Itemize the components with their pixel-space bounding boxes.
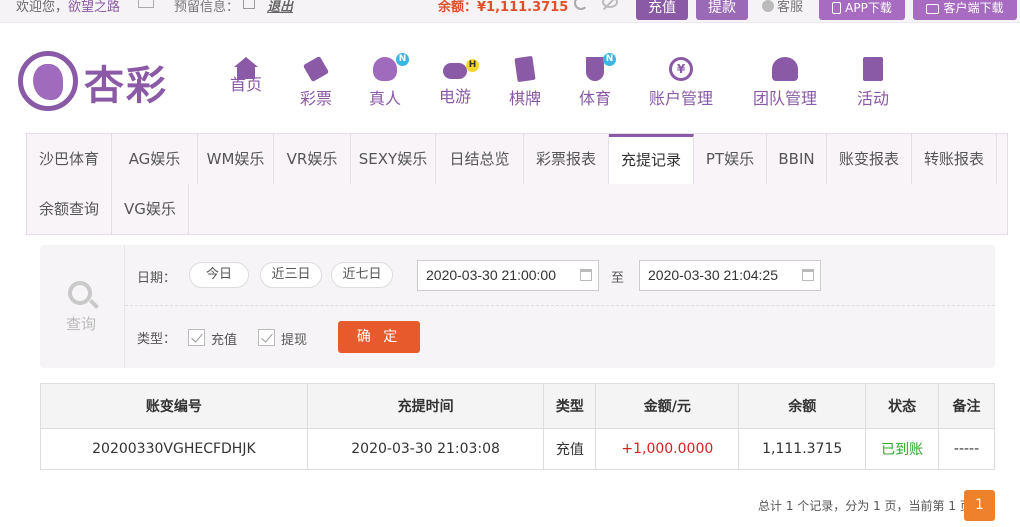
- table-header-row: 账变编号 充提时间 类型 金额/元 余额 状态 备注: [40, 383, 995, 429]
- nav-live[interactable]: N 真人: [369, 53, 409, 109]
- team-icon: [772, 57, 798, 81]
- withdraw-checkbox[interactable]: [258, 329, 275, 346]
- cell-type: 充值: [543, 428, 597, 470]
- gamepad-icon: H: [443, 59, 479, 79]
- col-remark: 备注: [938, 383, 995, 429]
- recharge-checkbox[interactable]: [188, 329, 205, 346]
- col-status: 状态: [865, 383, 940, 429]
- trophy-icon: N: [586, 53, 616, 81]
- tab-transfer-report[interactable]: 转账报表: [912, 134, 997, 184]
- logout-link[interactable]: 退出: [267, 0, 293, 15]
- tab-bbin[interactable]: BBIN: [767, 134, 827, 184]
- calendar-icon: [802, 269, 814, 281]
- date-row: 日期： 今日 近三日 近七日 2020-03-30 21:00:00 至 202…: [125, 245, 995, 306]
- username[interactable]: 欲望之路: [68, 0, 120, 15]
- edit-icon[interactable]: [243, 0, 255, 9]
- client-download-button[interactable]: 客户端下载: [913, 0, 1017, 20]
- col-amount: 金额/元: [595, 383, 740, 429]
- col-serial: 账变编号: [40, 383, 308, 429]
- welcome-text: 欢迎您，欲望之路: [16, 0, 121, 15]
- tab-deposit-withdraw[interactable]: 充提记录: [609, 134, 694, 184]
- phone-icon: [832, 2, 842, 14]
- home-icon: [234, 57, 258, 79]
- cell-remark: -----: [938, 428, 995, 470]
- col-balance: 余额: [738, 383, 867, 429]
- records-table: 账变编号 充提时间 类型 金额/元 余额 状态 备注 20200330VGHEC…: [40, 383, 995, 470]
- page-1-button[interactable]: 1: [964, 490, 995, 521]
- logo-text: 杏彩: [84, 62, 168, 109]
- top-bar: 欢迎您，欲望之路 预留信息： 退出 余额：¥1,111.3715 充值 提款 客…: [0, 0, 1020, 22]
- end-date-input[interactable]: 2020-03-30 21:04:25: [639, 260, 821, 291]
- nav-chess[interactable]: 棋牌: [509, 55, 541, 109]
- calendar-icon: [580, 269, 592, 281]
- cell-time: 2020-03-30 21:03:08: [306, 428, 545, 470]
- withdraw-checkbox-label: 提现: [281, 333, 308, 348]
- confirm-button[interactable]: 确 定: [338, 321, 420, 353]
- site-logo[interactable]: 杏彩: [18, 51, 178, 111]
- nav-events[interactable]: 活动: [857, 57, 889, 109]
- account-coin-icon: [669, 57, 693, 81]
- tab-lottery-report[interactable]: 彩票报表: [524, 134, 609, 184]
- date-label: 日期：: [137, 271, 177, 286]
- search-icon: [68, 281, 92, 305]
- desktop-icon: [926, 4, 940, 14]
- nav-lottery[interactable]: 彩票: [300, 55, 332, 109]
- tab-account-change[interactable]: 账变报表: [827, 134, 912, 184]
- col-time: 充提时间: [306, 383, 545, 429]
- cell-amount: +1,000.0000: [595, 428, 740, 470]
- last-3-days-button[interactable]: 近三日: [260, 262, 322, 288]
- withdraw-button[interactable]: 提款: [696, 0, 748, 20]
- logo-mark-icon: [18, 51, 78, 111]
- cell-balance: 1,111.3715: [738, 428, 867, 470]
- nav-egame[interactable]: H 电游: [439, 57, 479, 107]
- pagination-summary: 总计 1 个记录，分为 1 页，当前第 1 页: [758, 499, 972, 513]
- tab-ag[interactable]: AG娱乐: [112, 134, 198, 184]
- site-header: 杏彩 首页 彩票 N 真人 H 电游 棋牌 N 体育 账户管理: [0, 22, 1020, 132]
- recharge-checkbox-label: 充值: [211, 333, 238, 348]
- cell-status: 已到账: [865, 428, 940, 470]
- tab-balance-query[interactable]: 余额查询: [27, 184, 112, 234]
- tab-vg[interactable]: VG娱乐: [112, 184, 189, 234]
- live-dealer-icon: N: [373, 53, 409, 81]
- nav-sports[interactable]: N 体育: [579, 53, 616, 109]
- lottery-icon: [302, 55, 330, 83]
- balance-display: 余额：¥1,111.3715: [438, 0, 569, 15]
- query-filter: 查询 日期： 今日 近三日 近七日 2020-03-30 21:00:00 至 …: [40, 245, 995, 368]
- type-label: 类型：: [137, 332, 177, 347]
- tab-sexy[interactable]: SEXY娱乐: [351, 134, 436, 184]
- recharge-button[interactable]: 充值: [636, 0, 688, 20]
- hide-balance-icon[interactable]: [602, 0, 618, 8]
- new-badge: N: [603, 53, 616, 66]
- date-range-separator: 至: [611, 271, 625, 286]
- today-button[interactable]: 今日: [189, 262, 249, 288]
- tab-pt[interactable]: PT娱乐: [694, 134, 767, 184]
- gift-icon: [863, 57, 883, 81]
- cards-icon: [514, 55, 536, 83]
- cell-serial: 20200330VGHECFDHJK: [40, 428, 308, 470]
- nav-team[interactable]: 团队管理: [753, 57, 817, 109]
- app-download-button[interactable]: APP下载: [819, 0, 905, 20]
- last-7-days-button[interactable]: 近七日: [331, 262, 393, 288]
- nav-home[interactable]: 首页: [230, 57, 262, 95]
- nav-account[interactable]: 账户管理: [649, 57, 713, 109]
- col-type: 类型: [543, 383, 597, 429]
- tab-vr[interactable]: VR娱乐: [274, 134, 351, 184]
- new-badge: N: [396, 53, 409, 66]
- reserve-info-label: 预留信息：: [174, 0, 240, 15]
- hot-badge: H: [466, 59, 479, 72]
- refresh-icon[interactable]: [574, 0, 588, 10]
- mail-icon[interactable]: [138, 0, 154, 8]
- customer-service-link[interactable]: 客服: [762, 0, 803, 15]
- service-icon: [762, 0, 774, 12]
- search-label: 查询: [66, 315, 97, 333]
- tab-saba-sports[interactable]: 沙巴体育: [27, 134, 112, 184]
- tab-daily-overview[interactable]: 日结总览: [436, 134, 524, 184]
- tab-wm[interactable]: WM娱乐: [198, 134, 274, 184]
- table-row: 20200330VGHECFDHJK 2020-03-30 21:03:08 充…: [40, 428, 995, 470]
- start-date-input[interactable]: 2020-03-30 21:00:00: [417, 260, 599, 291]
- report-tabs: 沙巴体育 AG娱乐 WM娱乐 VR娱乐 SEXY娱乐 日结总览 彩票报表 充提记…: [26, 133, 1008, 235]
- search-panel[interactable]: 查询: [40, 245, 125, 368]
